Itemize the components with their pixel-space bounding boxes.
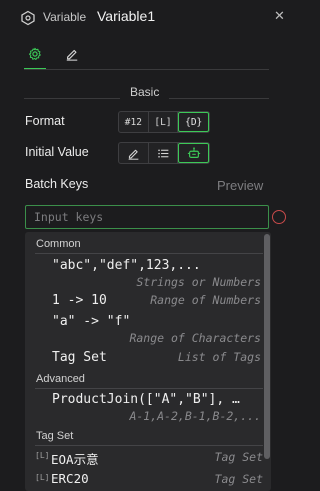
list-tag-icon: [L] bbox=[35, 451, 50, 460]
option-char-range[interactable]: "a" -> "f" bbox=[52, 314, 130, 329]
option-description: Range of Characters bbox=[129, 331, 261, 345]
format-selector: #12 [L] {D} bbox=[118, 111, 210, 133]
initial-value-selector bbox=[118, 142, 210, 164]
option-product-join[interactable]: ProductJoin(["A","B"], … bbox=[52, 392, 240, 407]
tag-set-item[interactable]: [L] EOA示意 Tag Set bbox=[35, 448, 263, 468]
tab-settings[interactable] bbox=[23, 40, 47, 68]
format-option-dict[interactable]: {D} bbox=[178, 112, 210, 132]
initial-value-option-auto[interactable] bbox=[178, 143, 210, 163]
group-title-tag-set: Tag Set bbox=[36, 430, 74, 442]
pencil-icon bbox=[66, 49, 78, 61]
tab-edit[interactable] bbox=[60, 40, 84, 68]
hexagon-variable-icon bbox=[21, 10, 35, 26]
group-title-advanced: Advanced bbox=[36, 373, 85, 385]
section-title: Basic bbox=[120, 85, 170, 99]
initial-value-option-edit[interactable] bbox=[119, 143, 149, 163]
remove-icon[interactable] bbox=[272, 210, 286, 224]
group-divider bbox=[35, 445, 263, 446]
tag-set-kind: Tag Set bbox=[214, 450, 263, 464]
format-option-list[interactable]: [L] bbox=[149, 112, 179, 132]
robot-icon bbox=[187, 147, 200, 158]
format-option-number[interactable]: #12 bbox=[119, 112, 149, 132]
option-strings-numbers[interactable]: "abc","def",123,... bbox=[52, 258, 201, 273]
option-description: List of Tags bbox=[177, 350, 261, 364]
format-label: Format bbox=[25, 114, 65, 128]
tab-bar bbox=[0, 40, 282, 70]
pencil-icon bbox=[128, 149, 139, 160]
batch-keys-label: Batch Keys bbox=[25, 177, 89, 191]
panel-header: Variable Variable1 ✕ bbox=[0, 0, 285, 36]
close-icon[interactable]: ✕ bbox=[274, 8, 285, 24]
tag-set-item[interactable]: [L] ERC20 Tag Set bbox=[35, 470, 263, 490]
group-divider bbox=[35, 388, 263, 389]
dropdown-scrollbar[interactable] bbox=[264, 234, 270, 459]
batch-keys-input[interactable] bbox=[25, 205, 269, 229]
gear-icon bbox=[28, 47, 41, 60]
group-title-common: Common bbox=[36, 238, 81, 250]
variable-name[interactable]: Variable1 bbox=[97, 8, 155, 24]
tab-divider bbox=[24, 69, 269, 70]
tag-set-name: ERC20 bbox=[51, 471, 89, 486]
tag-set-kind: Tag Set bbox=[214, 472, 263, 486]
option-tag-set[interactable]: Tag Set bbox=[52, 350, 107, 365]
initial-value-option-list[interactable] bbox=[149, 143, 179, 163]
option-description: A-1,A-2,B-1,B-2,... bbox=[129, 409, 261, 423]
group-divider bbox=[35, 253, 263, 254]
option-description: Range of Numbers bbox=[150, 293, 261, 307]
option-number-range[interactable]: 1 -> 10 bbox=[52, 293, 107, 308]
preview-button[interactable]: Preview bbox=[217, 178, 263, 193]
initial-value-label: Initial Value bbox=[25, 145, 89, 159]
tag-set-name: EOA示意 bbox=[51, 452, 99, 467]
list-icon bbox=[157, 148, 168, 158]
suggestion-dropdown: Common "abc","def",123,... Strings or Nu… bbox=[25, 232, 271, 491]
list-tag-icon: [L] bbox=[35, 473, 50, 482]
header-kind-label: Variable bbox=[43, 10, 87, 24]
option-description: Strings or Numbers bbox=[136, 275, 261, 289]
